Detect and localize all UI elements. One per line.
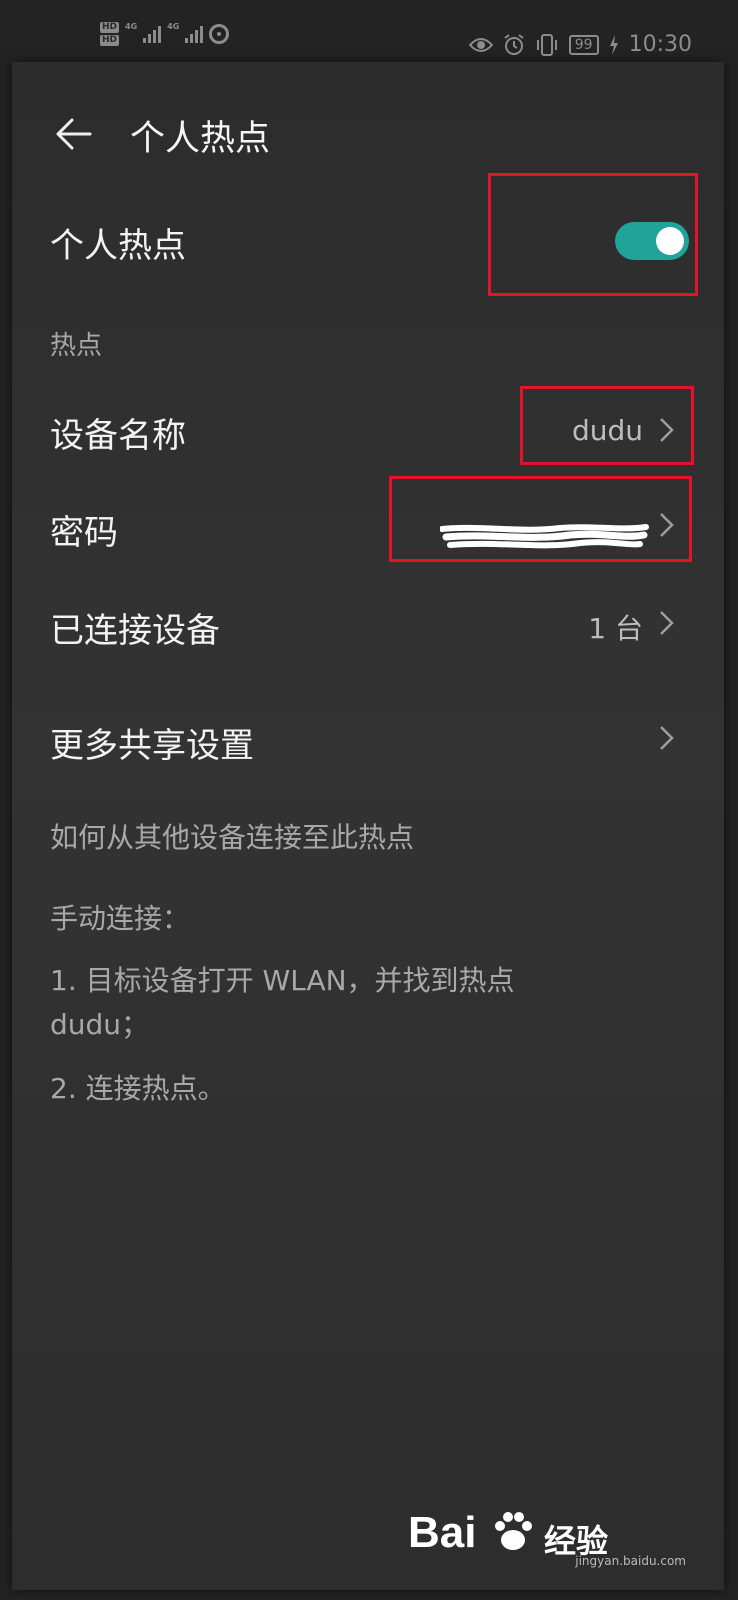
device-name-label: 设备名称	[50, 416, 186, 456]
clock: 10:30	[628, 32, 692, 57]
hd-icon: HD HD	[100, 22, 120, 46]
hotspot-toggle-label: 个人热点	[50, 226, 186, 266]
paw-icon	[495, 1512, 532, 1550]
status-left: HD HD 4G 4G	[100, 22, 230, 46]
signal-icon	[143, 25, 162, 43]
baidu-watermark: Bai 经验 jingyan.baidu.com	[398, 1498, 698, 1568]
network-type-1: 4G	[125, 22, 138, 31]
highlight-box-device-name	[520, 386, 694, 465]
alarm-icon	[504, 33, 524, 55]
help-manual-label: 手动连接：	[50, 902, 191, 935]
network-type-2: 4G	[167, 22, 180, 31]
chevron-right-icon	[660, 611, 674, 635]
connected-devices-value: 1 台	[588, 612, 643, 645]
charging-icon	[609, 34, 618, 55]
vibrate-icon	[536, 33, 557, 56]
app-header: 个人热点	[0, 100, 738, 170]
help-heading: 如何从其他设备连接至此热点	[50, 821, 415, 854]
highlight-box-toggle	[488, 173, 698, 296]
eye-icon	[468, 37, 493, 52]
status-right: 99 10:30	[468, 32, 692, 57]
help-step-1-line-1: 1. 目标设备打开 WLAN，并找到热点	[50, 964, 515, 997]
battery-indicator: 99	[568, 34, 599, 55]
hotspot-icon	[209, 24, 230, 44]
password-label: 密码	[50, 513, 118, 553]
page-title: 个人热点	[130, 119, 271, 159]
more-sharing-row[interactable]: 更多共享设置	[0, 710, 738, 770]
signal-icon	[185, 25, 204, 43]
watermark-brand-left: Bai	[408, 1508, 477, 1557]
back-arrow-icon[interactable]	[52, 112, 96, 156]
watermark-url: jingyan.baidu.com	[575, 1554, 686, 1568]
help-step-1-line-2: dudu；	[50, 1008, 150, 1041]
more-sharing-label: 更多共享设置	[50, 726, 254, 766]
help-step-2: 2. 连接热点。	[50, 1072, 226, 1105]
status-bar: HD HD 4G 4G 99 10:30	[0, 0, 738, 62]
chevron-right-icon	[660, 726, 674, 750]
section-title-hotspot: 热点	[50, 331, 103, 361]
connected-devices-row[interactable]: 已连接设备 1 台	[0, 595, 738, 655]
connected-devices-label: 已连接设备	[50, 611, 220, 651]
highlight-box-password	[389, 476, 692, 562]
